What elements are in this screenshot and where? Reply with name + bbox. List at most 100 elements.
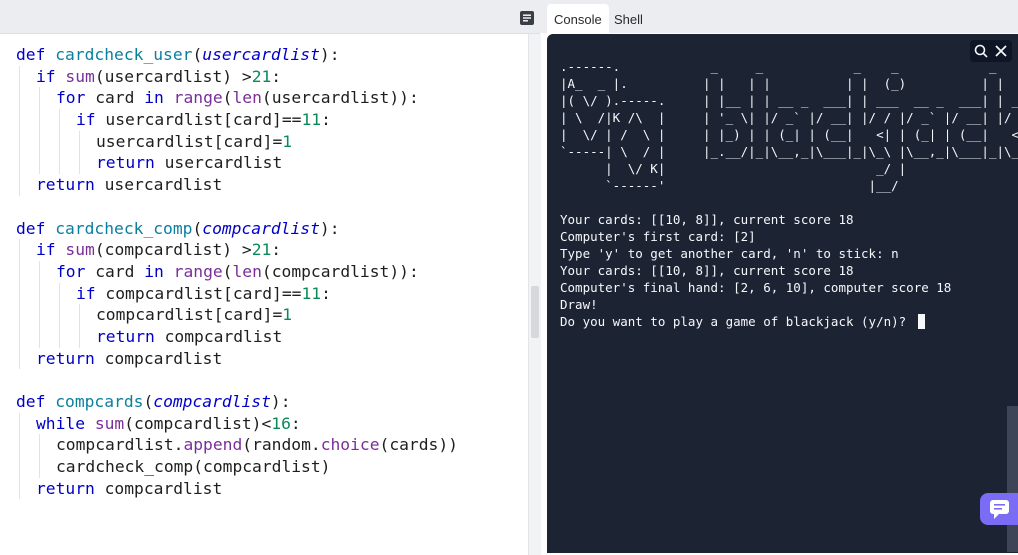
- code-token: (: [192, 218, 203, 238]
- console-scrollbar[interactable]: [1007, 406, 1018, 552]
- code-token: compcardlist[card]==: [105, 283, 302, 303]
- console-line: `-----| \ / | |_.__/|_|\__,_|\___|_|\_\ …: [560, 144, 1018, 159]
- console-line: .------. _ _ _ _ _: [560, 59, 997, 74]
- indent-guide: [19, 109, 20, 131]
- code-token: (compcardlist)<: [124, 413, 272, 433]
- indent-guide: [39, 304, 40, 326]
- code-text: return compcardlist: [36, 349, 222, 368]
- code-token: (: [222, 261, 233, 281]
- code-text: if usercardlist[card]==11:: [76, 110, 331, 129]
- code-line[interactable]: compcardlist[card]=1: [16, 304, 458, 326]
- code-text: if sum(compcardlist) >21:: [36, 240, 281, 259]
- code-token: def: [16, 218, 56, 238]
- code-text: while sum(compcardlist)<16:: [36, 414, 301, 433]
- code-token: :: [290, 413, 301, 433]
- code-line[interactable]: def cardcheck_comp(compcardlist):: [16, 218, 458, 240]
- code-token: choice: [320, 435, 380, 455]
- code-editor[interactable]: def cardcheck_user(usercardlist): if sum(…: [0, 34, 528, 555]
- code-line[interactable]: [16, 369, 458, 391]
- code-token: ):: [319, 45, 340, 64]
- indent-guide: [79, 325, 80, 348]
- code-token: def: [16, 392, 56, 411]
- code-token: return: [96, 153, 165, 173]
- code-line[interactable]: compcardlist.append(random.choice(cards)…: [16, 434, 458, 457]
- code-token: if: [76, 283, 106, 303]
- console-line: Your cards: [[10, 8]], current score 18: [560, 263, 854, 278]
- indent-guide: [59, 152, 60, 175]
- code-token: (: [222, 88, 233, 108]
- code-token: compcardlist: [153, 392, 271, 411]
- code-line[interactable]: return compcardlist: [16, 347, 458, 370]
- code-line[interactable]: if compcardlist[card]==11:: [16, 282, 458, 305]
- code-token: :: [271, 66, 282, 86]
- code-token: if: [76, 110, 106, 130]
- tab-shell[interactable]: Shell: [607, 4, 650, 33]
- code-line[interactable]: return compcardlist: [16, 477, 458, 500]
- code-text: return compcardlist: [36, 479, 222, 498]
- code-line[interactable]: [16, 196, 458, 218]
- code-token: (usercardlist) >: [94, 66, 252, 86]
- search-icon[interactable]: [973, 43, 989, 59]
- indent-guide: [19, 239, 20, 261]
- code-token: (: [192, 45, 203, 64]
- code-line[interactable]: def compcards(compcardlist):: [16, 391, 458, 413]
- console-line: |( \/ ).-----. | |__ | | __ _ ___| | ___…: [560, 93, 1018, 108]
- indent-guide: [59, 325, 60, 348]
- indent-guide: [39, 87, 40, 110]
- editor-scrollbar-thumb[interactable]: [531, 286, 539, 338]
- code-token: compcardlist: [164, 326, 283, 346]
- code-text: if sum(usercardlist) >21:: [36, 67, 281, 86]
- console-line: | \/ | / \ | | |_) | | (_| | (__| <| | (…: [560, 127, 1018, 142]
- code-token: sum: [94, 413, 125, 433]
- console-output[interactable]: .------. _ _ _ _ _ |A_ _ |. | | | | | | (…: [560, 58, 1018, 330]
- code-line[interactable]: cardcheck_comp(compcardlist): [16, 456, 458, 478]
- code-token: cardcheck_comp: [55, 218, 193, 238]
- code-text: if compcardlist[card]==11:: [76, 284, 331, 303]
- code-token: 11: [301, 283, 322, 303]
- code-token: usercardlist[card]==: [105, 110, 302, 130]
- indent-guide: [19, 65, 20, 88]
- code-line[interactable]: if sum(compcardlist) >21:: [16, 239, 458, 261]
- code-line[interactable]: return usercardlist: [16, 174, 458, 196]
- console-line: |A_ _ |. | | | | | | (_) | |: [560, 76, 1005, 91]
- indent-guide: [19, 456, 20, 478]
- code-line[interactable]: for card in range(len(compcardlist)):: [16, 260, 458, 283]
- list-icon[interactable]: [519, 10, 535, 26]
- code-token: compcards: [55, 392, 144, 411]
- code-line[interactable]: for card in range(len(usercardlist)):: [16, 87, 458, 110]
- code-token: range: [173, 261, 223, 281]
- code-line[interactable]: while sum(compcardlist)<16:: [16, 412, 458, 435]
- code-content[interactable]: def cardcheck_user(usercardlist): if sum(…: [16, 44, 458, 500]
- console-line: `------' |__/: [560, 178, 899, 193]
- code-line[interactable]: if usercardlist[card]==11:: [16, 109, 458, 131]
- console-panel[interactable]: .------. _ _ _ _ _ |A_ _ |. | | | | | | (…: [547, 34, 1018, 553]
- indent-guide: [39, 282, 40, 305]
- indent-guide: [19, 347, 20, 370]
- console-line: Do you want to play a game of blackjack …: [560, 313, 1018, 330]
- code-token: :: [321, 283, 331, 303]
- indent-guide: [39, 260, 40, 283]
- tab-console[interactable]: Console: [547, 4, 609, 33]
- code-token: ):: [270, 392, 291, 411]
- code-token: usercardlist: [104, 175, 223, 195]
- chat-icon[interactable]: [980, 493, 1018, 525]
- code-text: for card in range(len(compcardlist)):: [56, 262, 419, 281]
- close-icon[interactable]: [993, 43, 1009, 59]
- editor-scrollbar[interactable]: [528, 34, 541, 555]
- code-text: return usercardlist: [36, 175, 222, 194]
- editor-toolbar: [0, 0, 540, 34]
- code-text: return usercardlist: [96, 153, 282, 172]
- indent-guide: [79, 152, 80, 175]
- code-token: return: [96, 326, 165, 346]
- code-token: card: [95, 88, 145, 108]
- code-text: for card in range(len(usercardlist)):: [56, 88, 419, 107]
- code-line[interactable]: usercardlist[card]=1: [16, 130, 458, 153]
- code-line[interactable]: return compcardlist: [16, 325, 458, 348]
- code-line[interactable]: return usercardlist: [16, 152, 458, 175]
- code-token: ):: [319, 218, 340, 238]
- code-line[interactable]: if sum(usercardlist) >21:: [16, 65, 458, 88]
- console-line: | \/ K| _/ |: [560, 161, 907, 176]
- code-token: cardcheck_user: [55, 45, 193, 64]
- code-token: :: [321, 110, 331, 130]
- code-line[interactable]: def cardcheck_user(usercardlist):: [16, 44, 458, 66]
